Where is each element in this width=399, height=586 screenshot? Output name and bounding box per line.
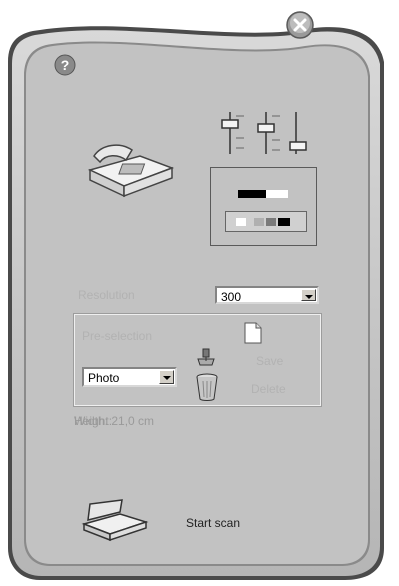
svg-text:?: ?	[61, 57, 70, 73]
help-button[interactable]: ?	[54, 54, 76, 76]
close-button[interactable]	[285, 10, 315, 40]
trash-can-icon[interactable]	[195, 372, 219, 402]
preselection-value: Photo	[88, 371, 120, 385]
contrast-bar-icon[interactable]	[238, 185, 288, 198]
resolution-select[interactable]: 300	[215, 286, 319, 304]
chevron-down-icon[interactable]	[301, 289, 316, 301]
chevron-down-icon[interactable]	[159, 370, 174, 384]
scanner-save-icon[interactable]	[196, 347, 216, 367]
save-label[interactable]: Save	[256, 354, 283, 368]
delete-label[interactable]: Delete	[251, 382, 286, 396]
sliders-icon[interactable]	[214, 108, 314, 158]
start-scan-button[interactable]: Start scan	[186, 516, 240, 530]
window-frame	[8, 26, 384, 581]
grayscale-bar-icon[interactable]	[225, 211, 307, 232]
close-x-icon	[286, 11, 314, 39]
resolution-value: 300	[221, 290, 242, 304]
resolution-label: Resolution	[78, 288, 135, 302]
image-adjust-panel	[210, 167, 317, 246]
preselection-select[interactable]: Photo	[82, 367, 177, 387]
preselection-label: Pre-selection	[82, 329, 153, 343]
flatbed-scanner-icon[interactable]	[80, 498, 150, 542]
blank-page-icon[interactable]	[243, 321, 263, 345]
question-mark-icon: ?	[54, 54, 76, 76]
fax-machine-icon	[80, 138, 180, 198]
height-text: Height:	[74, 414, 113, 428]
